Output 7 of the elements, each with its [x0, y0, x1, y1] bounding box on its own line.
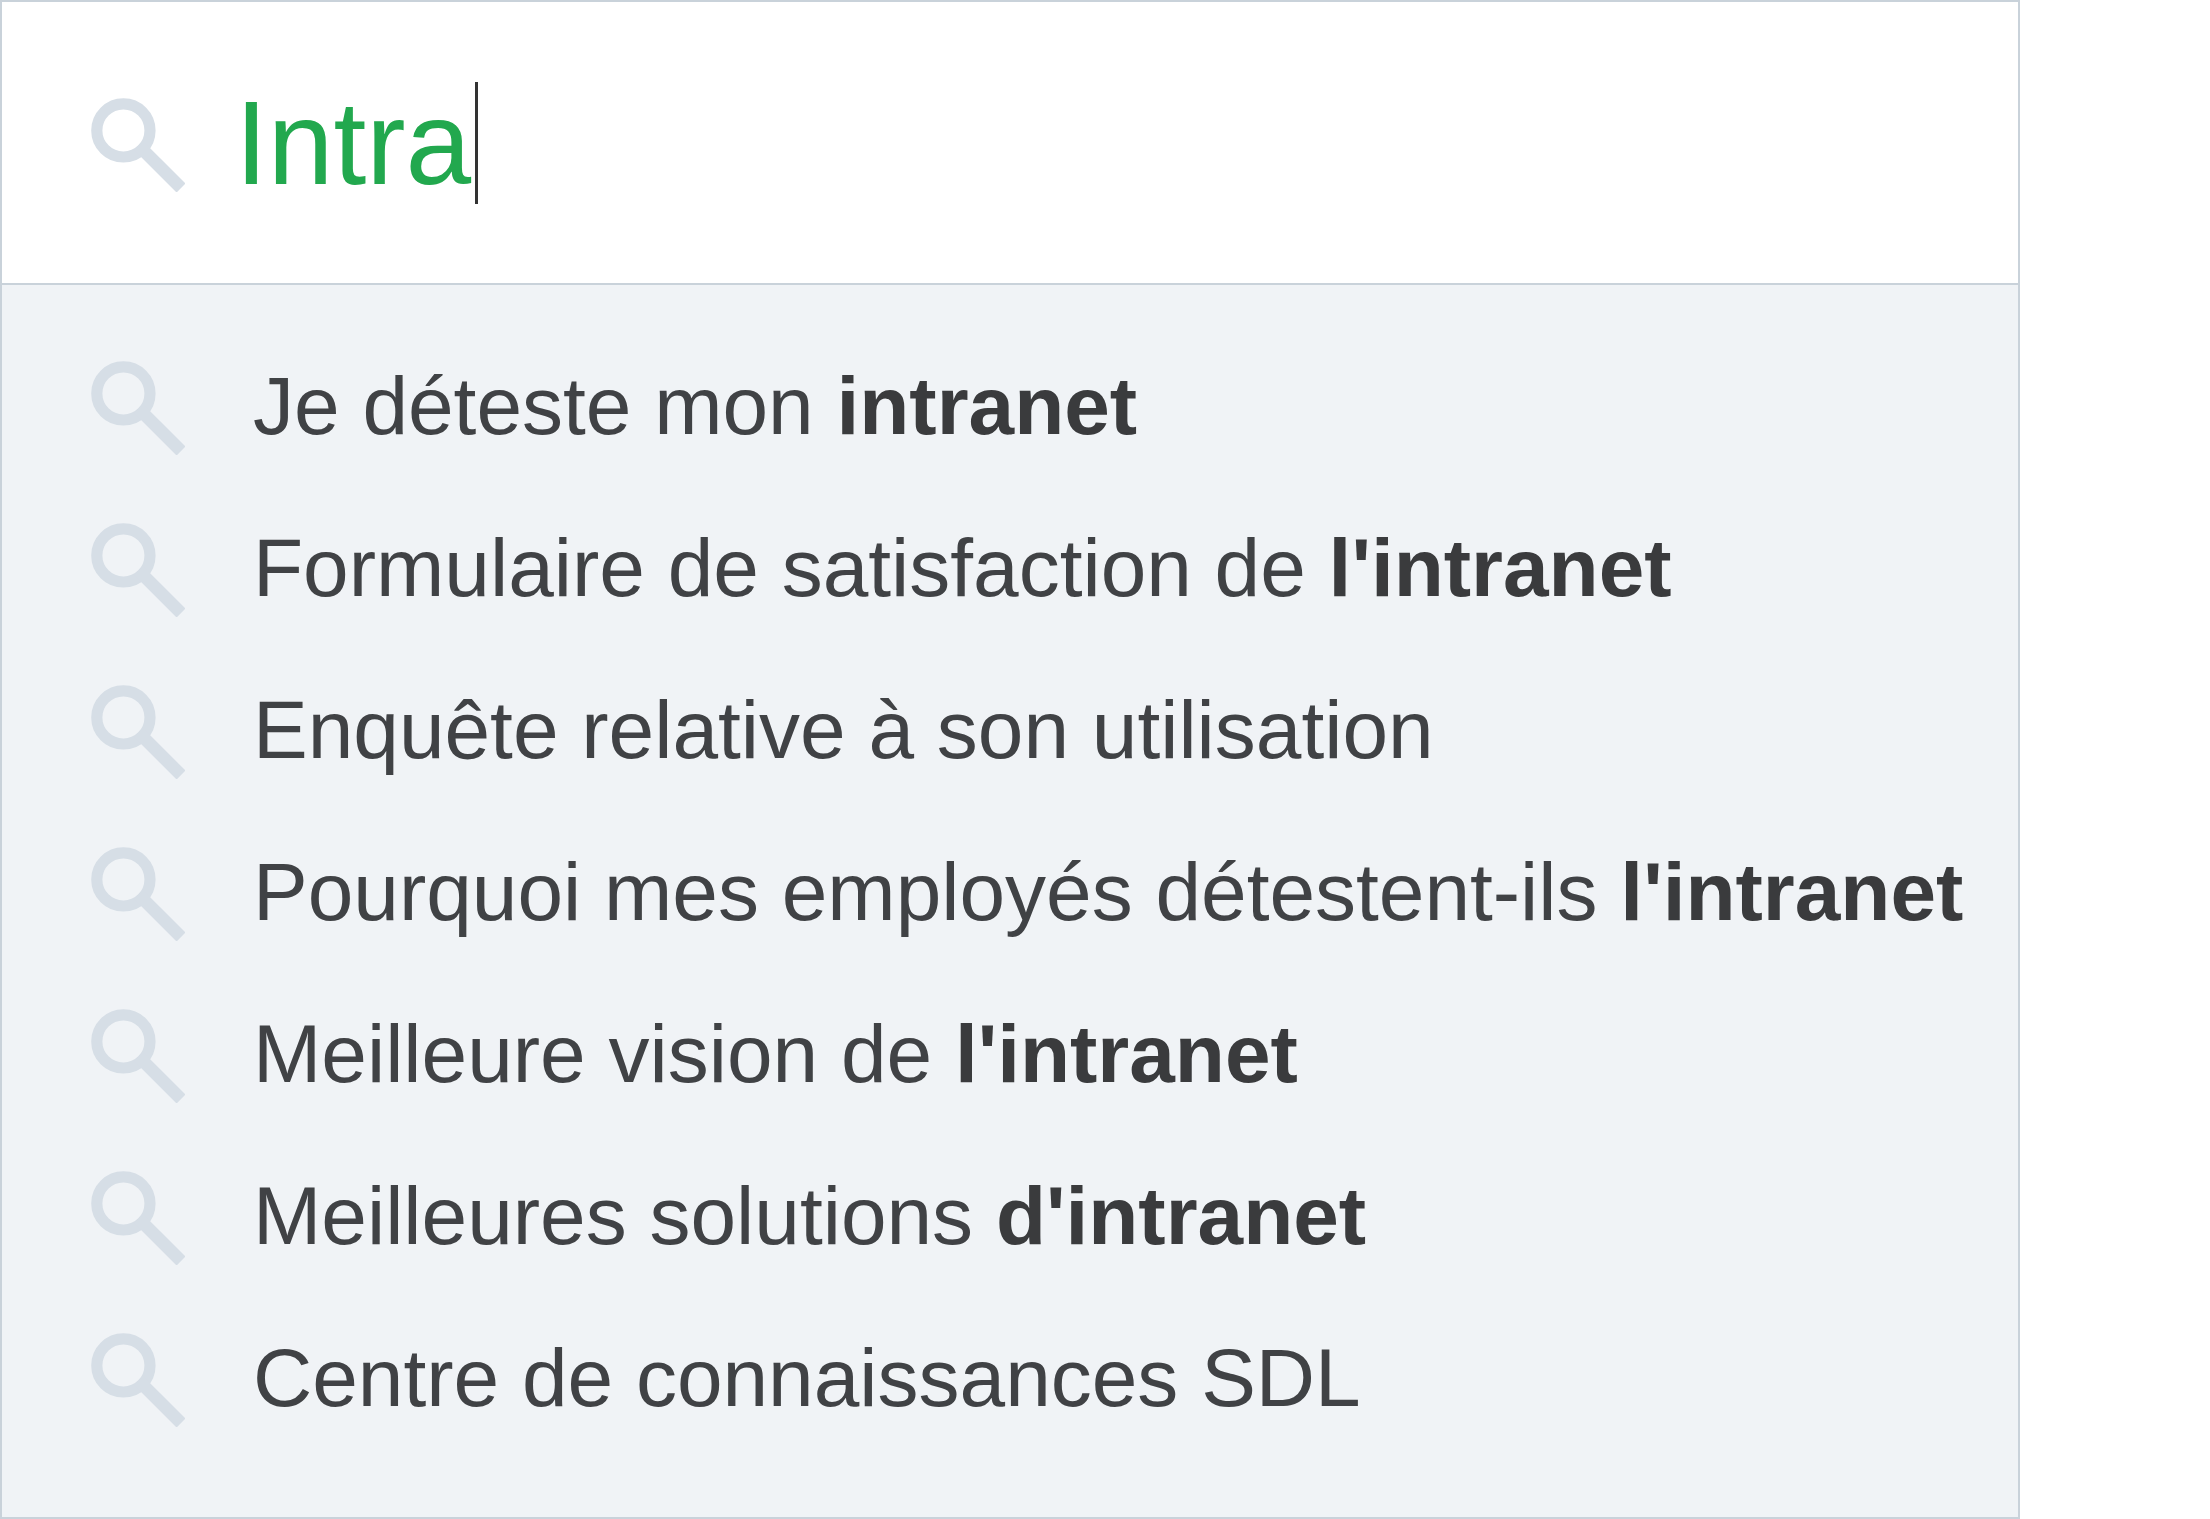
suggestion-item[interactable]: Enquête relative à son utilisation	[253, 684, 1434, 776]
suggestion-item[interactable]: Pourquoi mes employés détestent-ils l'intranet	[253, 846, 1964, 938]
suggestion-item[interactable]: Centre de connaissances SDL	[253, 1332, 1361, 1424]
suggestion-item[interactable]: Meilleures solutions d'intranet	[253, 1170, 1367, 1262]
suggestion-item[interactable]: Je déteste mon intranet	[253, 360, 1138, 452]
suggestion-item[interactable]: Formulaire de satisfaction de l'intranet	[253, 522, 1672, 614]
suggestion-item[interactable]: Meilleure vision de l'intranet	[253, 1008, 1298, 1100]
